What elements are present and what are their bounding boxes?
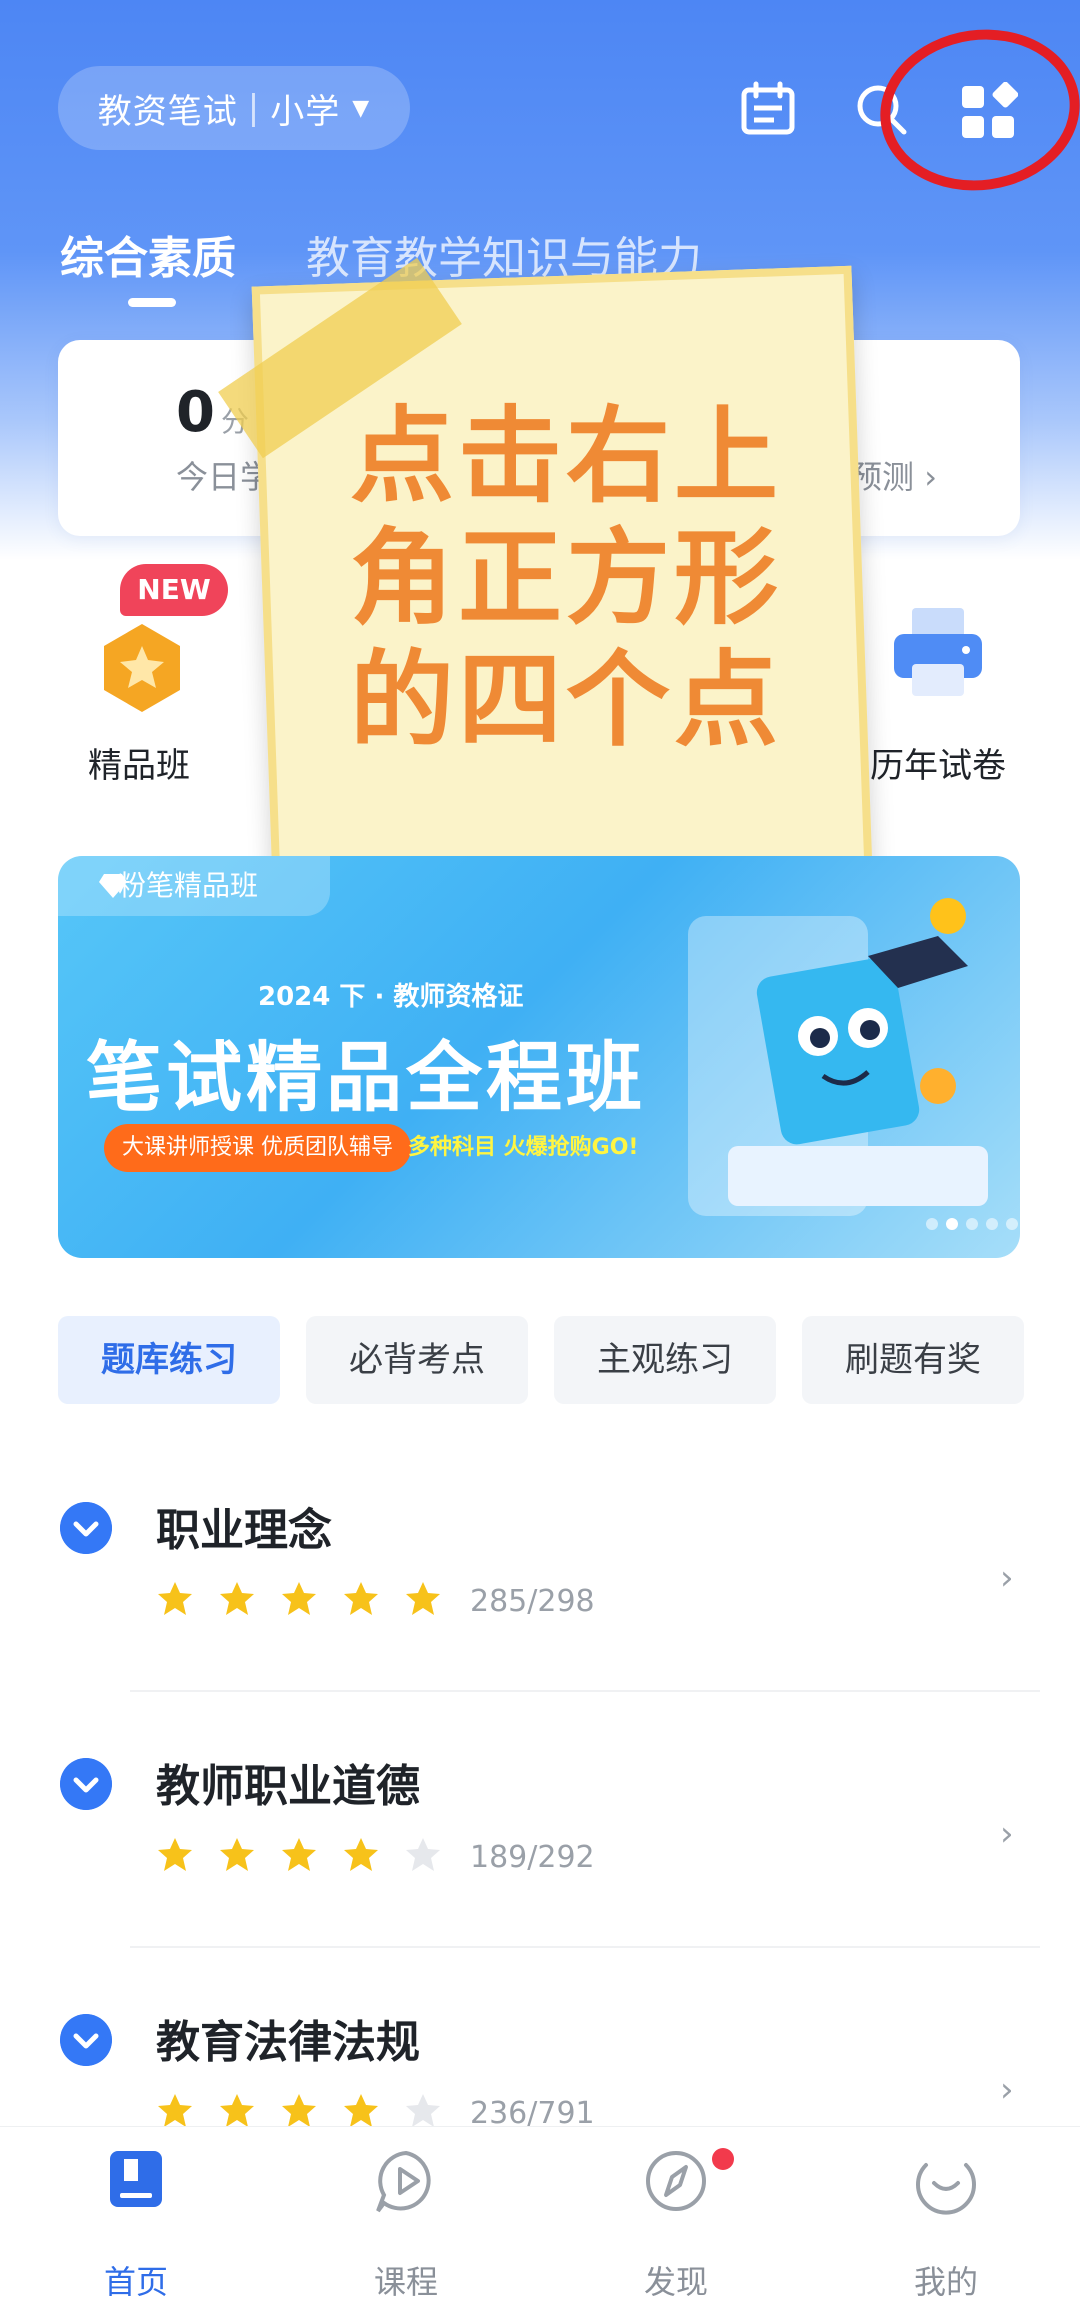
exam-selector[interactable]: 教资笔试 | 小学 ▼ [58,66,410,150]
star-empty-icon [406,1838,440,1871]
today-score-value: 0 [176,380,215,445]
chip-key-points[interactable]: 必背考点 [306,1316,528,1404]
book-mascot-icon [688,898,988,1216]
level-label: 小学 [270,91,341,132]
separator: | [247,88,261,128]
banner-pill: 大课讲师授课 优质团队辅导 [104,1124,411,1172]
carousel-dot[interactable] [1006,1218,1018,1230]
banner-subtitle: 2024 下 · 教师资格证 [258,982,524,1012]
star-rating [156,1580,442,1618]
subject-progress: 285/298 [470,1584,595,1619]
nav-profile-label: 我的 [913,2263,978,2301]
star-filled-icon [220,1838,254,1871]
subject-title: 职业理念 [156,1505,332,1556]
divider [130,1946,1040,1948]
printer-icon[interactable] [890,604,986,704]
new-badge: NEW [120,564,228,616]
star-filled-icon [220,2094,254,2127]
notification-dot [712,2148,734,2170]
nav-courses-label: 课程 [373,2263,438,2301]
home-book-icon [110,2151,162,2207]
subject-title: 教师职业道德 [156,1761,420,1812]
tab-comprehensive[interactable]: 综合素质 [60,222,236,286]
star-filled-icon [158,2094,192,2127]
star-rating [156,2092,442,2130]
carousel-dot[interactable] [966,1218,978,1230]
chevron-down-icon: ▼ [352,95,371,121]
collapse-chevron-icon[interactable] [60,2014,112,2066]
banner-hot-text: 多种科目 火爆抢购GO! [408,1135,639,1160]
nav-home-label: 首页 [103,2263,168,2301]
chevron-right-icon: › [1000,1558,1014,1598]
chevron-right-icon: › [1000,2070,1014,2110]
tab-indicator [128,298,176,307]
star-empty-icon [406,2094,440,2127]
star-filled-icon [158,1838,192,1871]
banner-title: 笔试精品全程班 [86,1033,646,1122]
nav-home[interactable]: 首页 [56,2147,216,2301]
predict-label-text: 预测 [850,458,915,496]
quick-premium-class[interactable]: 精品班 [88,738,190,787]
collapse-chevron-icon[interactable] [60,1758,112,1810]
star-rating [156,1836,442,1874]
smile-profile-icon [916,2163,976,2215]
star-filled-icon [344,1838,378,1871]
chip-subjective[interactable]: 主观练习 [554,1316,776,1404]
calendar-icon[interactable] [736,78,800,142]
play-chat-icon [376,2150,431,2213]
promo-banner[interactable]: 粉笔精品班 2024 下 · 教师资格证 笔试精品全程班 大课讲师授课 优质团队… [58,856,1020,1258]
carousel-dot[interactable] [926,1218,938,1230]
star-filled-icon [344,2094,378,2127]
subject-progress: 189/292 [470,1840,595,1875]
predict-label[interactable]: 预测 › [850,452,937,498]
star-filled-icon [282,1838,316,1871]
hexagon-star-icon[interactable] [98,620,186,716]
compass-icon [646,2151,706,2211]
carousel-dot-active[interactable] [946,1218,958,1230]
subject-row-1[interactable]: 教师职业道德 189/292 › [0,1758,1080,1998]
collapse-chevron-icon[interactable] [60,1502,112,1554]
chip-rewards[interactable]: 刷题有奖 [802,1316,1024,1404]
nav-profile[interactable]: 我的 [866,2147,1026,2301]
star-filled-icon [220,1582,254,1615]
carousel-dot[interactable] [986,1218,998,1230]
carousel-dots [926,1218,1018,1230]
chip-question-bank[interactable]: 题库练习 [58,1316,280,1404]
chevron-right-icon: › [1000,1814,1014,1854]
star-filled-icon [282,2094,316,2127]
star-filled-icon [282,1582,316,1615]
star-filled-icon [344,1582,378,1615]
star-filled-icon [406,1582,440,1615]
star-filled-icon [158,1582,192,1615]
bottom-navigation: 首页 课程 发现 我的 [0,2126,1080,2301]
divider [130,1690,1040,1692]
sticky-note-text: 点击右上角正方形的四个点 [350,395,783,761]
nav-courses[interactable]: 课程 [326,2147,486,2301]
nav-discover-label: 发现 [643,2263,708,2301]
subject-title: 教育法律法规 [156,2017,420,2068]
diamond-icon [99,874,127,898]
banner-brand-text: 粉笔精品班 [118,869,259,902]
quick-past-papers[interactable]: 历年试卷 [870,738,1006,787]
exam-label: 教资笔试 [97,91,238,132]
subject-row-0[interactable]: 职业理念 285/298 › [0,1502,1080,1742]
